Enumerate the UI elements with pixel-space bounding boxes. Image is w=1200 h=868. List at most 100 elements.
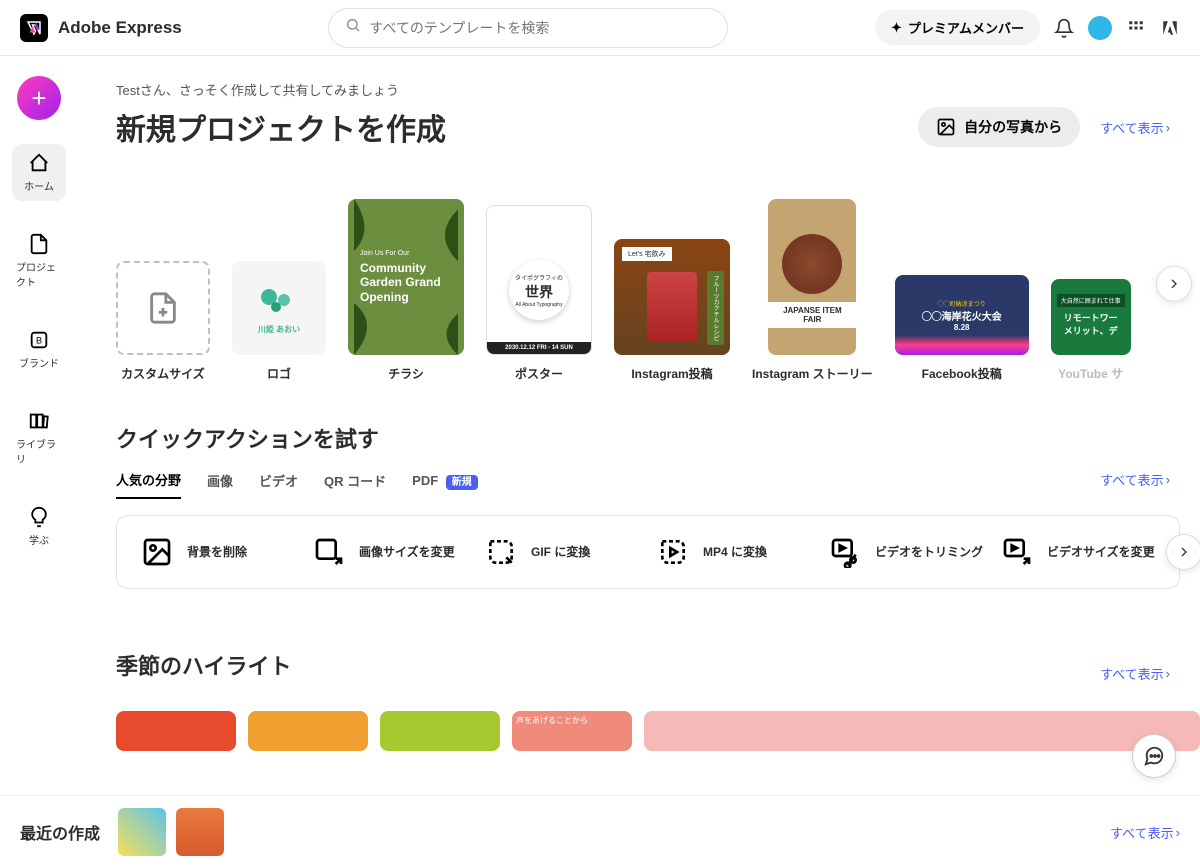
sidebar-item-learn[interactable]: 学ぶ [12, 498, 66, 555]
view-all-link[interactable]: すべて表示 › [1100, 118, 1170, 137]
template-instagram-post[interactable]: Let's 宅飲み フルーツカクテルレシピ Instagram投稿 [614, 239, 730, 382]
custom-size-thumb [116, 261, 210, 355]
template-facebook-post[interactable]: ◯◯町納涼まつり ◯◯海岸花火大会 8.28 Facebook投稿 [895, 275, 1029, 382]
template-thumb: ◯◯町納涼まつり ◯◯海岸花火大会 8.28 [895, 275, 1029, 355]
premium-button[interactable]: ✦ プレミアムメンバー [875, 10, 1040, 45]
recent-item[interactable] [118, 808, 166, 856]
sparkle-icon: ✦ [891, 20, 902, 36]
template-thumb: Let's 宅飲み フルーツカクテルレシピ [614, 239, 730, 355]
template-label: ポスター [515, 365, 563, 382]
image-icon [936, 117, 956, 137]
from-photos-label: 自分の写真から [964, 117, 1062, 137]
template-instagram-story[interactable]: JAPANSE ITEM FAIR Instagram ストーリー [752, 199, 873, 382]
quick-actions-tabs: 人気の分野 画像 ビデオ QR コード PDF 新規 [116, 470, 478, 499]
template-thumb: 大自然に囲まれて仕事 リモートワー メリット、デ [1051, 279, 1131, 355]
sidebar-item-label: ホーム [24, 178, 54, 193]
brand-icon: B [28, 329, 50, 351]
view-all-link[interactable]: すべて表示 › [1110, 823, 1180, 842]
file-icon [28, 233, 50, 255]
tab-popular[interactable]: 人気の分野 [116, 470, 181, 499]
template-thumb: タイポグラフィの 世界 All About Typography 2030.12… [486, 205, 592, 355]
adobe-express-icon [20, 14, 48, 42]
tab-pdf[interactable]: PDF 新規 [412, 473, 478, 496]
qa-mp4[interactable]: MP4 に変換 [657, 536, 811, 568]
carousel-next-button[interactable] [1166, 534, 1200, 570]
template-label: Facebook投稿 [922, 365, 1002, 382]
view-all-link[interactable]: すべて表示 › [1100, 664, 1170, 683]
template-custom-size[interactable]: カスタムサイズ [116, 261, 210, 382]
seasonal-card[interactable] [644, 711, 1200, 751]
template-label: Instagram投稿 [631, 365, 712, 382]
quick-actions-panel: 背景を削除 画像サイズを変更 GIF に変換 MP4 に変換 ビデオをトリミング… [116, 515, 1180, 589]
new-badge: 新規 [446, 475, 478, 490]
page-title: 新規プロジェクトを作成 [116, 105, 446, 149]
seasonal-title: 季節のハイライト [116, 649, 292, 681]
logo-graphic [254, 282, 304, 322]
create-button[interactable]: + [17, 76, 61, 120]
avatar[interactable] [1088, 16, 1112, 40]
carousel-next-button[interactable] [1156, 265, 1192, 301]
search-input[interactable] [328, 8, 728, 48]
sidebar: + ホーム プロジェクト B ブランド ライブラリ 学ぶ [0, 56, 78, 851]
template-logo[interactable]: 川姫 あおい ロゴ [232, 261, 326, 382]
search-icon [345, 17, 361, 38]
recent-item[interactable] [176, 808, 224, 856]
chevron-right-icon: › [1176, 825, 1180, 840]
recent-bar: 最近の作成 すべて表示 › [0, 795, 1200, 868]
header-actions: ✦ プレミアムメンバー [875, 10, 1180, 45]
sidebar-item-projects[interactable]: プロジェクト [12, 225, 66, 297]
template-youtube[interactable]: 大自然に囲まれて仕事 リモートワー メリット、デ YouTube サ [1051, 279, 1131, 382]
search-field[interactable] [369, 20, 711, 36]
greeting-text: Testさん、さっそく作成して共有してみましょう [116, 80, 1200, 99]
qa-resize-image[interactable]: 画像サイズを変更 [313, 536, 467, 568]
seasonal-card[interactable] [380, 711, 500, 751]
seasonal-card[interactable]: 声をあげることから [512, 711, 632, 751]
bulb-icon [28, 506, 50, 528]
view-all-link[interactable]: すべて表示 › [1100, 470, 1170, 489]
resize-icon [313, 536, 345, 568]
qa-trim-video[interactable]: ビデオをトリミング [829, 536, 983, 568]
sidebar-item-brand[interactable]: B ブランド [12, 321, 66, 378]
tab-image[interactable]: 画像 [207, 471, 233, 498]
template-flyer[interactable]: Join Us For Our Community Garden Grand O… [348, 199, 464, 382]
gif-icon [485, 536, 517, 568]
sidebar-item-library[interactable]: ライブラリ [12, 402, 66, 474]
apps-grid-icon[interactable] [1126, 18, 1146, 38]
qa-remove-bg[interactable]: 背景を削除 [141, 536, 295, 568]
template-carousel: カスタムサイズ 川姫 あおい ロゴ Join Us For Our Commun… [116, 199, 1200, 382]
qa-label: MP4 に変換 [703, 544, 767, 561]
qa-label: 背景を削除 [187, 544, 247, 561]
svg-text:B: B [36, 336, 42, 346]
qa-resize-video[interactable]: ビデオサイズを変更 [1001, 536, 1155, 568]
chevron-right-icon: › [1166, 666, 1170, 681]
file-plus-icon [146, 291, 180, 325]
chat-icon [1143, 745, 1165, 767]
tab-qr[interactable]: QR コード [324, 471, 386, 498]
template-label: ロゴ [267, 365, 291, 382]
sidebar-item-label: ブランド [19, 355, 59, 370]
brand-logo[interactable]: Adobe Express [20, 14, 182, 42]
trim-icon [829, 536, 861, 568]
qa-label: ビデオをトリミング [875, 544, 983, 561]
search-container [182, 8, 875, 48]
template-thumb: Join Us For Our Community Garden Grand O… [348, 199, 464, 355]
bell-icon[interactable] [1054, 18, 1074, 38]
resize-video-icon [1001, 536, 1033, 568]
from-photos-button[interactable]: 自分の写真から [918, 107, 1080, 147]
qa-label: ビデオサイズを変更 [1047, 544, 1155, 561]
adobe-icon[interactable] [1160, 18, 1180, 38]
sidebar-item-home[interactable]: ホーム [12, 144, 66, 201]
chevron-right-icon [1176, 544, 1192, 560]
template-poster[interactable]: タイポグラフィの 世界 All About Typography 2030.12… [486, 205, 592, 382]
qa-label: GIF に変換 [531, 544, 590, 561]
seasonal-card[interactable] [116, 711, 236, 751]
tab-video[interactable]: ビデオ [259, 471, 298, 498]
template-thumb: 川姫 あおい [232, 261, 326, 355]
mp4-icon [657, 536, 689, 568]
recent-title: 最近の作成 [20, 820, 100, 844]
library-icon [28, 410, 50, 432]
seasonal-card[interactable] [248, 711, 368, 751]
qa-gif[interactable]: GIF に変換 [485, 536, 639, 568]
chat-button[interactable] [1132, 734, 1176, 778]
main-content: Testさん、さっそく作成して共有してみましょう 新規プロジェクトを作成 自分の… [78, 56, 1200, 851]
